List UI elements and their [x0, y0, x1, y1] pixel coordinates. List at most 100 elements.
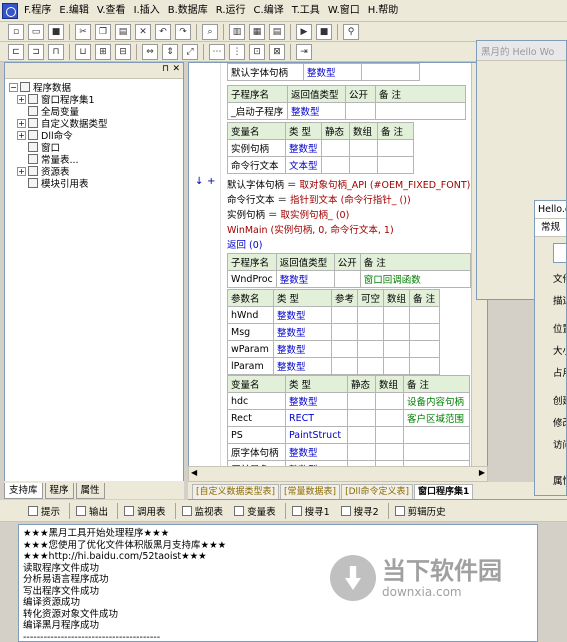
tab-call-table[interactable]: 调用表	[120, 504, 170, 518]
tab-dll-commands[interactable]: [Dll命令定义表]	[341, 484, 414, 499]
tab-watch[interactable]: 监视表	[178, 504, 228, 518]
watermark-title: 当下软件园	[382, 557, 502, 585]
expand-toggle-icon[interactable]: +	[17, 118, 26, 128]
window-title[interactable]: 黑月的 Hello Wo	[477, 41, 566, 61]
sub-name[interactable]: _启动子程序	[227, 102, 288, 120]
code-line-5[interactable]: 返回 (0)	[227, 237, 262, 251]
expand-toggle-icon[interactable]: +	[17, 166, 26, 176]
copy-icon[interactable]: ❐	[95, 23, 111, 40]
stop-icon[interactable]: ■	[316, 23, 332, 40]
code-line-2[interactable]: 命令行文本 ＝ 指针到文本 (命令行指针_ ())	[227, 192, 411, 206]
global-var-name[interactable]: 默认字体句柄	[227, 63, 304, 81]
same-size-icon[interactable]: ⤢	[182, 43, 198, 60]
dialog-title[interactable]: Hello.e	[535, 201, 566, 219]
expand-toggle-icon[interactable]: +	[17, 94, 26, 104]
run-icon[interactable]: ▶	[296, 23, 312, 40]
menu-program[interactable]: F.程序	[20, 0, 55, 22]
same-width-icon[interactable]: ⇔	[142, 43, 158, 60]
tree-item[interactable]: + 资源表	[9, 165, 181, 178]
expand-toggle-icon[interactable]: +	[17, 130, 26, 140]
tree-item[interactable]: − 程序数据	[9, 81, 181, 94]
sub-return-type[interactable]: 整数型	[287, 102, 346, 120]
tree-item[interactable]: + 窗口程序集1	[9, 93, 181, 106]
variables-icon	[234, 505, 245, 516]
redo-icon[interactable]: ↷	[175, 23, 191, 40]
align-right-icon[interactable]: ⊓	[48, 43, 64, 60]
expand-plus-icon[interactable]: +	[207, 176, 215, 187]
tab-support-library[interactable]: 支持库	[4, 483, 43, 499]
code-line-4[interactable]: WinMain (实例句柄, 0, 命令行文本, 1)	[227, 222, 394, 236]
search1-icon	[291, 505, 302, 516]
align-middle-icon[interactable]: ⊞	[95, 43, 111, 60]
save-icon[interactable]: ■	[48, 23, 64, 40]
layout-icon-1[interactable]: ▥	[229, 23, 245, 40]
tab-custom-types[interactable]: [自定义数据类型表]	[192, 484, 280, 499]
align-top-icon[interactable]: ⊔	[75, 43, 91, 60]
project-tree-panel: ⊓ ✕ − 程序数据 + 窗口程序集1 全局变量 + 自定义数据类型 + Dll命令 窗口 常量表.…	[4, 62, 184, 494]
tree-item[interactable]: 常量表...	[9, 153, 181, 166]
global-var-type[interactable]: 整数型	[303, 63, 362, 81]
output-line: 编译黑月程序成功	[23, 620, 100, 631]
menu-run[interactable]: R.运行	[212, 0, 250, 22]
tab-hint[interactable]: 提示	[24, 504, 64, 518]
same-height-icon[interactable]: ⇕	[162, 43, 178, 60]
tree-item[interactable]: 窗口	[9, 141, 181, 154]
center-h-icon[interactable]: ⊡	[249, 43, 265, 60]
tab-search1[interactable]: 搜寻1	[288, 504, 334, 518]
align-center-icon[interactable]: ⊐	[28, 43, 44, 60]
space-v-icon[interactable]: ⋮	[229, 43, 245, 60]
tab-output[interactable]: 输出	[72, 504, 112, 518]
layout-icon-2[interactable]: ▦	[249, 23, 265, 40]
tree-item[interactable]: 模块引用表	[9, 177, 181, 190]
menu-tools[interactable]: T.工具	[288, 0, 324, 22]
align-bottom-icon[interactable]: ⊟	[115, 43, 131, 60]
center-v-icon[interactable]: ⊠	[269, 43, 285, 60]
global-var-table: 默认字体句柄 整数型	[227, 63, 420, 81]
menu-compile[interactable]: C.编译	[250, 0, 288, 22]
space-h-icon[interactable]: ⋯	[209, 43, 225, 60]
tab-general[interactable]: 常规	[535, 219, 566, 237]
tab-window-assembly[interactable]: 窗口程序集1	[414, 484, 474, 499]
menu-insert[interactable]: I.插入	[130, 0, 164, 22]
sub-table-start: 子程序名 返回值类型 公开备 注 _启动子程序 整数型	[227, 85, 466, 120]
menu-view[interactable]: V.查看	[93, 0, 130, 22]
code-line-3[interactable]: 实例句柄 ＝ 取实例句柄_ (0)	[227, 207, 349, 221]
find-icon[interactable]: ⌕	[202, 23, 218, 40]
tree-item[interactable]: + 自定义数据类型	[9, 117, 181, 130]
open-folder-icon[interactable]: ▭	[28, 23, 44, 40]
tree-node-icon	[28, 166, 38, 176]
align-left-icon[interactable]: ⊏	[8, 43, 24, 60]
close-icon[interactable]: ✕	[172, 64, 180, 74]
tab-search2[interactable]: 搜寻2	[337, 504, 383, 518]
scroll-right-icon[interactable]: ▶	[479, 468, 485, 477]
code-line-1[interactable]: 默认字体句柄 ＝ 取对象句柄_API (#OEM_FIXED_FONT)	[227, 177, 470, 191]
menu-help[interactable]: H.帮助	[364, 0, 403, 22]
tab-order-icon[interactable]: ⇥	[296, 43, 312, 60]
layout-icon-3[interactable]: ▤	[269, 23, 285, 40]
scroll-left-icon[interactable]: ◀	[191, 468, 197, 477]
cut-icon[interactable]: ✂	[75, 23, 91, 40]
tab-constants[interactable]: [常量数据表]	[280, 484, 341, 499]
tree-node-icon	[28, 130, 38, 140]
tab-program[interactable]: 程序	[44, 483, 74, 499]
tree-node-icon	[28, 118, 38, 128]
new-file-icon[interactable]: ▫	[8, 23, 24, 40]
menu-database[interactable]: B.数据库	[164, 0, 212, 22]
code-editor[interactable]: 默认字体句柄 整数型 子程序名 返回值类型 公开备 注 _启动子程序 整数型 变量名类 …	[188, 62, 488, 482]
output-panel-tabs: 提示 输出 调用表 监视表 变量表 搜寻1 搜寻2 剪辑历史	[0, 500, 567, 522]
tab-clip-history[interactable]: 剪辑历史	[391, 504, 450, 518]
expand-toggle-icon[interactable]: −	[9, 82, 18, 92]
binoculars-icon[interactable]: ⚲	[343, 23, 359, 40]
menu-edit[interactable]: E.编辑	[55, 0, 93, 22]
editor-gutter	[189, 63, 221, 481]
menu-window[interactable]: W.窗口	[324, 0, 364, 22]
tab-variables[interactable]: 变量表	[230, 504, 280, 518]
delete-icon[interactable]: ✕	[135, 23, 151, 40]
tab-properties[interactable]: 属性	[75, 483, 105, 499]
pin-icon[interactable]: ⊓	[162, 64, 169, 74]
paste-icon[interactable]: ▤	[115, 23, 131, 40]
editor-horizontal-scrollbar[interactable]: ◀ ▶	[188, 466, 488, 482]
undo-icon[interactable]: ↶	[155, 23, 171, 40]
tree-item[interactable]: + Dll命令	[9, 129, 181, 142]
tree-node-icon	[28, 154, 38, 164]
